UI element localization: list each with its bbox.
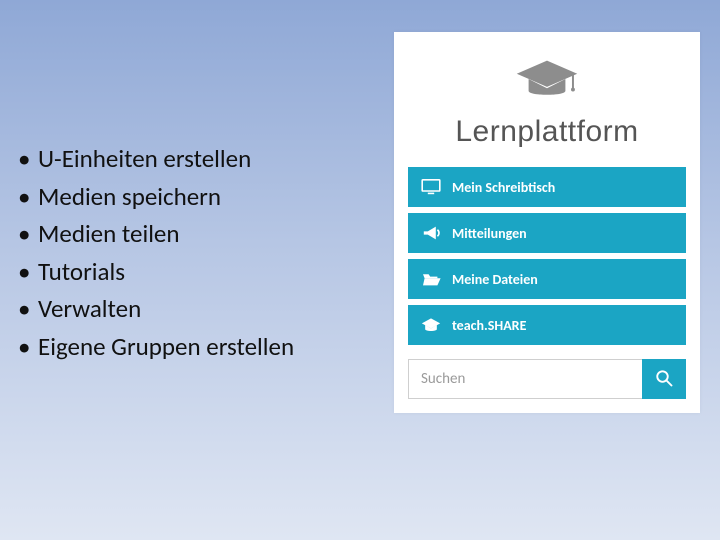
desktop-icon [420, 178, 442, 196]
list-item-text: U-Einheiten erstellen [38, 143, 251, 174]
menu-item-mitteilungen[interactable]: Mitteilungen [408, 213, 686, 253]
list-item-text: Tutorials [38, 256, 125, 287]
list-item-text: Verwalten [38, 293, 141, 324]
slide: U-Einheiten erstellen Medien speichern M… [0, 0, 720, 540]
graduation-cap-icon [420, 316, 442, 334]
folder-open-icon [420, 270, 442, 288]
panel-header: Lernplattform [394, 32, 700, 167]
menu-item-label: Mitteilungen [452, 225, 527, 242]
menu-item-schreibtisch[interactable]: Mein Schreibtisch [408, 167, 686, 207]
menu-item-label: Mein Schreibtisch [452, 179, 555, 196]
menu-item-label: teach.SHARE [452, 317, 526, 334]
bullhorn-icon [420, 224, 442, 242]
list-item: Medien teilen [18, 215, 378, 253]
search-button[interactable] [642, 359, 686, 399]
list-item-text: Medien teilen [38, 218, 180, 249]
search-icon [655, 369, 673, 390]
search-row [394, 351, 700, 399]
search-input[interactable] [408, 359, 642, 399]
menu-item-teachshare[interactable]: teach.SHARE [408, 305, 686, 345]
list-item: Tutorials [18, 253, 378, 291]
lernplattform-panel: Lernplattform Mein Schreibtisch Mitteilu… [394, 32, 700, 413]
list-item-text: Eigene Gruppen erstellen [38, 331, 294, 362]
panel-menu: Mein Schreibtisch Mitteilungen Meine Dat… [394, 167, 700, 345]
list-item: Verwalten [18, 290, 378, 328]
panel-title: Lernplattform [404, 115, 690, 149]
list-item: Medien speichern [18, 178, 378, 216]
feature-bullet-list: U-Einheiten erstellen Medien speichern M… [18, 140, 378, 365]
list-item: Eigene Gruppen erstellen [18, 328, 378, 366]
list-item-text: Medien speichern [38, 181, 221, 212]
menu-item-label: Meine Dateien [452, 271, 538, 288]
menu-item-dateien[interactable]: Meine Dateien [408, 259, 686, 299]
list-item: U-Einheiten erstellen [18, 140, 378, 178]
graduation-cap-icon [513, 58, 581, 109]
